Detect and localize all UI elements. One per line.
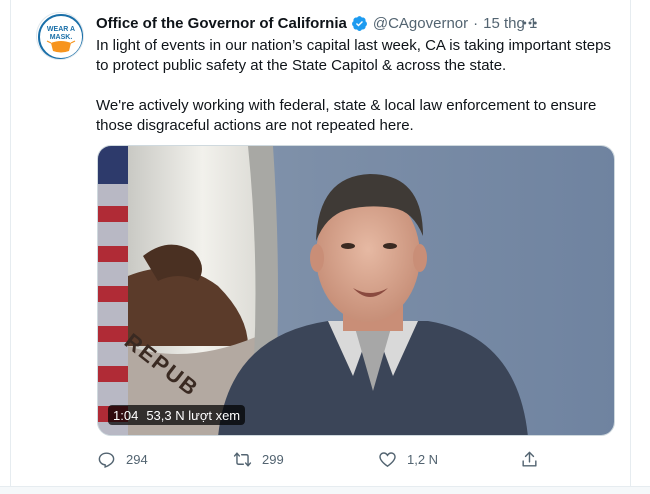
heart-icon	[379, 451, 396, 467]
tweet-paragraph: We're actively working with federal, sta…	[96, 97, 597, 134]
tweet-text: In light of events in our nation’s capit…	[96, 36, 626, 136]
tweet-header: Office of the Governor of California @CA…	[96, 12, 621, 34]
verified-badge-icon	[351, 15, 368, 32]
reply-button[interactable]: 294	[97, 448, 148, 470]
video-view-count: 53,3 N lượt xem	[146, 407, 241, 423]
share-button[interactable]	[520, 448, 539, 470]
reply-count: 294	[126, 451, 148, 467]
tweet-paragraph: In light of events in our nation’s capit…	[96, 37, 611, 74]
video-duration: 1:04	[113, 407, 139, 423]
video-player[interactable]: REPUB 1:04 53,3 N lượt xem	[97, 145, 615, 436]
svg-text:MASK.: MASK.	[50, 34, 73, 41]
reply-icon	[98, 451, 115, 468]
tweet[interactable]: WEAR A MASK. Office of the Governor of C…	[11, 0, 630, 486]
separator-dot: ·	[473, 14, 479, 32]
like-count: 1,2 N	[407, 451, 439, 467]
tweet-actions: 294 299 1,2 N	[97, 448, 537, 470]
handle[interactable]: @CAgovernor	[373, 15, 468, 32]
wear-a-mask-logo-icon: WEAR A MASK.	[38, 14, 83, 59]
share-icon	[522, 451, 537, 467]
svg-text:WEAR A: WEAR A	[47, 26, 75, 33]
timeline-right-border	[630, 0, 631, 494]
timeline-divider	[0, 486, 650, 494]
retweet-count: 299	[262, 451, 284, 467]
avatar[interactable]: WEAR A MASK.	[36, 12, 84, 60]
video-thumbnail: REPUB	[98, 146, 614, 435]
like-button[interactable]: 1,2 N	[378, 448, 438, 470]
more-options-icon[interactable]	[520, 14, 540, 32]
retweet-icon	[233, 451, 252, 467]
video-info-overlay: 1:04 53,3 N lượt xem	[108, 405, 246, 425]
retweet-button[interactable]: 299	[233, 448, 284, 470]
display-name[interactable]: Office of the Governor of California	[96, 15, 347, 32]
